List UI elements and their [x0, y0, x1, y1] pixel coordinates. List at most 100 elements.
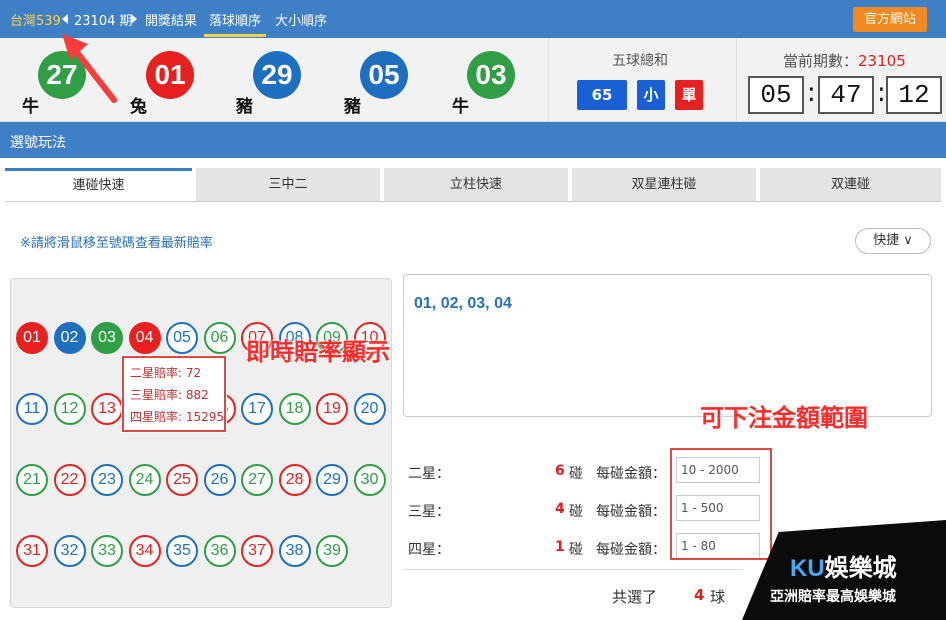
divider	[548, 38, 549, 122]
prev-period-icon[interactable]	[62, 14, 68, 24]
number-ball-32[interactable]: 32	[53, 535, 86, 567]
tab-lianpeng-quick[interactable]: 連碰快速	[5, 168, 192, 201]
number-ball-28[interactable]: 28	[278, 464, 311, 496]
number-ball-24[interactable]: 24	[128, 464, 161, 496]
zodiac-5: 牛	[452, 97, 469, 117]
tab-double-lianpeng[interactable]: 双連碰	[760, 168, 941, 201]
result-ball-2: 01	[146, 51, 194, 99]
tab-double-star[interactable]: 双星連柱碰	[572, 168, 756, 201]
nav-results[interactable]: 開獎結果	[145, 10, 197, 29]
selected-numbers-box: 01, 02, 03, 04	[403, 274, 932, 417]
size-badge: 小	[637, 80, 665, 110]
sum-title: 五球總和	[612, 53, 668, 69]
section-title: 選號玩法	[10, 135, 66, 151]
result-ball-5: 03	[467, 51, 515, 99]
bet-row-unit: 碰	[569, 542, 583, 558]
number-ball-25[interactable]: 25	[166, 464, 198, 496]
odds-four-star: 四星賠率: 15295	[130, 410, 225, 424]
timer-minutes: 47	[818, 76, 874, 114]
number-ball-20[interactable]: 20	[353, 393, 386, 425]
bet-row-amount-label: 每碰金額：	[596, 504, 666, 520]
annotation-amount: 可下注金額範圍	[700, 404, 868, 432]
timer-colon: :	[807, 78, 816, 108]
number-ball-30[interactable]: 30	[353, 464, 386, 496]
number-ball-37[interactable]: 37	[241, 535, 273, 567]
bet-row-amount-label: 每碰金額：	[596, 542, 666, 558]
selected-numbers: 01, 02, 03, 04	[414, 295, 512, 312]
nav-size-order[interactable]: 大小順序	[275, 10, 327, 29]
number-ball-35[interactable]: 35	[166, 535, 198, 567]
bet-row-unit: 碰	[569, 504, 583, 520]
period-number: 23104 期	[74, 14, 133, 29]
draw-results: 27 牛 01 兔 29 豬 05 豬 03 牛 五球總和 65 小 單 當前期…	[0, 38, 946, 122]
number-ball-17[interactable]: 17	[241, 393, 273, 425]
bet-row-unit: 碰	[569, 466, 583, 482]
current-period: 當前期數：23105	[783, 50, 906, 71]
number-ball-29[interactable]: 29	[316, 464, 348, 496]
annotation-arrow-icon	[62, 34, 117, 103]
number-ball-13[interactable]: 13	[91, 393, 123, 425]
number-ball-18[interactable]: 18	[278, 393, 311, 425]
divider	[403, 569, 743, 570]
timer-hours: 05	[748, 76, 804, 114]
section-header: 選號玩法	[0, 122, 946, 158]
zodiac-1: 牛	[22, 97, 39, 117]
current-period-value: 23105	[858, 52, 906, 70]
total-label: 共選了	[612, 588, 658, 606]
number-ball-31[interactable]: 31	[16, 535, 48, 567]
number-ball-04[interactable]: 04	[128, 322, 161, 354]
odds-two-star: 二星賠率: 72	[130, 366, 202, 380]
bet-row-count: 4	[555, 501, 565, 517]
number-ball-11[interactable]: 11	[16, 393, 48, 425]
timer-seconds: 12	[886, 76, 942, 114]
number-ball-21[interactable]: 21	[16, 464, 48, 496]
brand-logo: KU娛樂城	[790, 548, 897, 583]
number-ball-12[interactable]: 12	[53, 393, 86, 425]
number-ball-27[interactable]: 27	[241, 464, 273, 496]
number-ball-02[interactable]: 02	[53, 322, 86, 354]
number-ball-06[interactable]: 06	[203, 322, 236, 354]
bet-row-amount-label: 每碰金額：	[596, 466, 666, 482]
official-site-button[interactable]: 官方網站	[853, 7, 927, 32]
number-ball-38[interactable]: 38	[278, 535, 311, 567]
parity-badge: 單	[675, 80, 703, 110]
odds-popup: 二星賠率: 72 三星賠率: 882 四星賠率: 15295	[122, 356, 226, 432]
tab-three-two[interactable]: 三中二	[196, 168, 380, 201]
brand-logo-text: 娛樂城	[824, 555, 897, 582]
bet-row-label: 四星：	[408, 542, 450, 558]
bet-row-label: 二星：	[408, 466, 450, 482]
zodiac-3: 豬	[236, 97, 253, 117]
quick-dropdown-button[interactable]: 快捷 ∨	[855, 228, 931, 254]
brand-logo-ku: KU	[790, 555, 825, 582]
number-ball-23[interactable]: 23	[91, 464, 123, 496]
number-ball-33[interactable]: 33	[91, 535, 123, 567]
zodiac-4: 豬	[344, 97, 361, 117]
tab-lizhu-quick[interactable]: 立柱快速	[384, 168, 568, 201]
bet-row-label: 三星：	[408, 504, 450, 520]
divider	[736, 38, 737, 122]
number-ball-01[interactable]: 01	[16, 322, 48, 354]
bet-row-count: 6	[555, 463, 565, 479]
number-ball-36[interactable]: 36	[203, 535, 236, 567]
tab-divider	[5, 201, 941, 202]
total-unit: 球	[710, 588, 726, 606]
game-name[interactable]: 台灣539	[10, 10, 61, 29]
number-ball-05[interactable]: 05	[166, 322, 198, 354]
total-count: 4	[694, 586, 705, 604]
current-period-label: 當前期數：	[783, 52, 859, 70]
brand-tagline: 亞洲賠率最高娛樂城	[770, 589, 896, 605]
nav-active-indicator	[204, 34, 266, 37]
nav-drop-order[interactable]: 落球順序	[209, 10, 261, 29]
number-ball-03[interactable]: 03	[91, 322, 123, 354]
odds-three-star: 三星賠率: 882	[130, 388, 209, 402]
number-ball-22[interactable]: 22	[53, 464, 86, 496]
number-ball-39[interactable]: 39	[316, 535, 348, 567]
number-ball-19[interactable]: 19	[316, 393, 348, 425]
next-period-icon[interactable]	[131, 14, 137, 24]
number-ball-26[interactable]: 26	[203, 464, 236, 496]
number-ball-34[interactable]: 34	[128, 535, 161, 567]
sum-value: 65	[577, 80, 627, 110]
result-ball-3: 29	[253, 51, 301, 99]
top-nav: 台灣539 23104 期 開獎結果 落球順序 大小順序 官方網站	[0, 0, 946, 38]
bet-row-count: 1	[555, 539, 565, 555]
